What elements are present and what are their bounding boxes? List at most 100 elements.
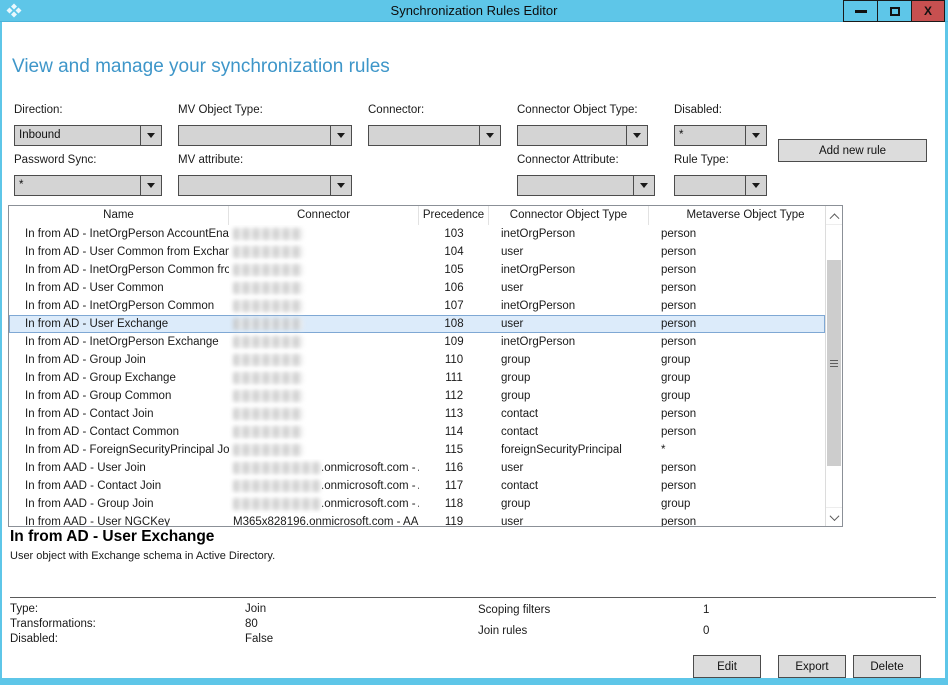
table-row[interactable]: In from AD - Group Join110groupgroup bbox=[9, 351, 825, 369]
precedence-cell: 106 bbox=[419, 279, 489, 297]
close-icon: X bbox=[924, 5, 932, 17]
rule-name-cell: In from AD - ForeignSecurityPrincipal Jo… bbox=[9, 441, 229, 459]
chevron-down-icon[interactable] bbox=[633, 176, 654, 195]
chevron-down-icon[interactable] bbox=[479, 126, 500, 145]
rules-table-header: Name Connector Precedence Connector Obje… bbox=[9, 206, 842, 225]
connector-object-type-cell: user bbox=[489, 513, 649, 526]
connector-visible-text: .onmicrosoft.com - AAD bbox=[321, 498, 419, 510]
filter-connector: Connector: bbox=[368, 104, 501, 146]
metaverse-object-type-cell: person bbox=[649, 225, 825, 243]
metaverse-object-type-cell: person bbox=[649, 243, 825, 261]
redacted-connector-name bbox=[233, 498, 321, 510]
precedence-cell: 115 bbox=[419, 441, 489, 459]
chevron-down-icon[interactable] bbox=[330, 176, 351, 195]
scroll-down-button[interactable] bbox=[826, 507, 842, 526]
disabled-dropdown[interactable]: * bbox=[674, 125, 767, 146]
rule-name-cell: In from AD - User Common from Exchange bbox=[9, 243, 229, 261]
table-row[interactable]: In from AD - Contact Common114contactper… bbox=[9, 423, 825, 441]
chevron-down-icon[interactable] bbox=[140, 126, 161, 145]
precedence-cell: 114 bbox=[419, 423, 489, 441]
connector-cell bbox=[229, 261, 419, 279]
password-sync-dropdown[interactable]: * bbox=[14, 175, 162, 196]
table-row[interactable]: In from AD - InetOrgPerson AccountEnable… bbox=[9, 225, 825, 243]
table-row[interactable]: In from AD - Group Common112groupgroup bbox=[9, 387, 825, 405]
rule-name-cell: In from AAD - User Join bbox=[9, 459, 229, 477]
table-row[interactable]: In from AD - User Exchange108userperson bbox=[9, 315, 825, 333]
scroll-up-button[interactable] bbox=[826, 206, 842, 225]
table-row[interactable]: In from AD - InetOrgPerson Common107inet… bbox=[9, 297, 825, 315]
connector-cell bbox=[229, 297, 419, 315]
chevron-down-icon[interactable] bbox=[626, 126, 647, 145]
connector-visible-text: .onmicrosoft.com - AAD bbox=[321, 480, 419, 492]
connector-attribute-dropdown[interactable] bbox=[517, 175, 655, 196]
table-row[interactable]: In from AAD - Group Join .onmicrosoft.com… bbox=[9, 495, 825, 513]
scrollbar-thumb[interactable] bbox=[827, 260, 841, 466]
table-row[interactable]: In from AD - User Common106userperson bbox=[9, 279, 825, 297]
detail-disabled: Disabled: False bbox=[10, 633, 58, 645]
table-row[interactable]: In from AD - User Common from Exchange10… bbox=[9, 243, 825, 261]
mv-attribute-dropdown[interactable] bbox=[178, 175, 352, 196]
connector-object-type-cell: inetOrgPerson bbox=[489, 297, 649, 315]
edit-button[interactable]: Edit bbox=[693, 655, 761, 678]
maximize-button[interactable] bbox=[877, 0, 911, 22]
connector-visible-text: .onmicrosoft.com - AAD bbox=[321, 462, 419, 474]
rule-type-dropdown[interactable] bbox=[674, 175, 767, 196]
column-header-connector-object-type[interactable]: Connector Object Type bbox=[489, 206, 649, 225]
rule-name-cell: In from AD - InetOrgPerson AccountEnable… bbox=[9, 225, 229, 243]
table-row[interactable]: In from AD - InetOrgPerson Exchange109in… bbox=[9, 333, 825, 351]
redacted-connector-name bbox=[233, 480, 321, 492]
filter-mv-attribute: MV attribute: bbox=[178, 154, 352, 196]
chevron-down-icon[interactable] bbox=[140, 176, 161, 195]
metaverse-object-type-cell: group bbox=[649, 351, 825, 369]
chevron-down-icon[interactable] bbox=[745, 176, 766, 195]
redacted-connector-name bbox=[233, 282, 303, 294]
connector-object-type-label: Connector Object Type: bbox=[517, 104, 648, 117]
disabled-value: * bbox=[679, 129, 683, 141]
chevron-down-icon[interactable] bbox=[330, 126, 351, 145]
column-header-connector[interactable]: Connector bbox=[229, 206, 419, 225]
detail-join-rules-value: 0 bbox=[703, 625, 709, 637]
redacted-connector-name bbox=[233, 336, 303, 348]
column-header-precedence[interactable]: Precedence bbox=[419, 206, 489, 225]
table-row[interactable]: In from AD - Group Exchange111groupgroup bbox=[9, 369, 825, 387]
detail-join-rules: Join rules 0 bbox=[478, 625, 527, 637]
mv-object-type-dropdown[interactable] bbox=[178, 125, 352, 146]
precedence-cell: 107 bbox=[419, 297, 489, 315]
connector-label: Connector: bbox=[368, 104, 501, 117]
minimize-button[interactable] bbox=[843, 0, 877, 22]
delete-button[interactable]: Delete bbox=[853, 655, 921, 678]
table-row[interactable]: In from AAD - Contact Join.onmicrosoft.c… bbox=[9, 477, 825, 495]
table-row[interactable]: In from AAD - User NGCKeyM365x828196.onm… bbox=[9, 513, 825, 526]
connector-object-type-cell: group bbox=[489, 495, 649, 513]
connector-dropdown[interactable] bbox=[368, 125, 501, 146]
connector-cell bbox=[229, 405, 419, 423]
precedence-cell: 105 bbox=[419, 261, 489, 279]
rule-name-cell: In from AD - InetOrgPerson Common from E… bbox=[9, 261, 229, 279]
connector-object-type-cell: inetOrgPerson bbox=[489, 333, 649, 351]
direction-label: Direction: bbox=[14, 104, 162, 117]
table-row[interactable]: In from AAD - User Join .onmicrosoft.com … bbox=[9, 459, 825, 477]
table-row[interactable]: In from AD - ForeignSecurityPrincipal Jo… bbox=[9, 441, 825, 459]
rule-name-cell: In from AAD - Group Join bbox=[9, 495, 229, 513]
connector-object-type-cell: user bbox=[489, 279, 649, 297]
connector-object-type-dropdown[interactable] bbox=[517, 125, 648, 146]
add-new-rule-button[interactable]: Add new rule bbox=[778, 139, 927, 162]
vertical-scrollbar[interactable] bbox=[825, 206, 842, 526]
precedence-cell: 103 bbox=[419, 225, 489, 243]
column-header-metaverse-object-type[interactable]: Metaverse Object Type bbox=[649, 206, 842, 225]
connector-object-type-cell: contact bbox=[489, 423, 649, 441]
detail-type-value: Join bbox=[245, 603, 266, 615]
redacted-connector-name bbox=[233, 318, 303, 330]
table-row[interactable]: In from AD - Contact Join113contactperso… bbox=[9, 405, 825, 423]
rule-name-cell: In from AD - Group Exchange bbox=[9, 369, 229, 387]
mv-attribute-label: MV attribute: bbox=[178, 154, 352, 167]
connector-cell bbox=[229, 333, 419, 351]
connector-cell bbox=[229, 387, 419, 405]
column-header-name[interactable]: Name bbox=[9, 206, 229, 225]
table-row[interactable]: In from AD - InetOrgPerson Common from E… bbox=[9, 261, 825, 279]
direction-dropdown[interactable]: Inbound bbox=[14, 125, 162, 146]
export-button[interactable]: Export bbox=[778, 655, 846, 678]
chevron-down-icon[interactable] bbox=[745, 126, 766, 145]
precedence-cell: 110 bbox=[419, 351, 489, 369]
close-button[interactable]: X bbox=[911, 0, 945, 22]
